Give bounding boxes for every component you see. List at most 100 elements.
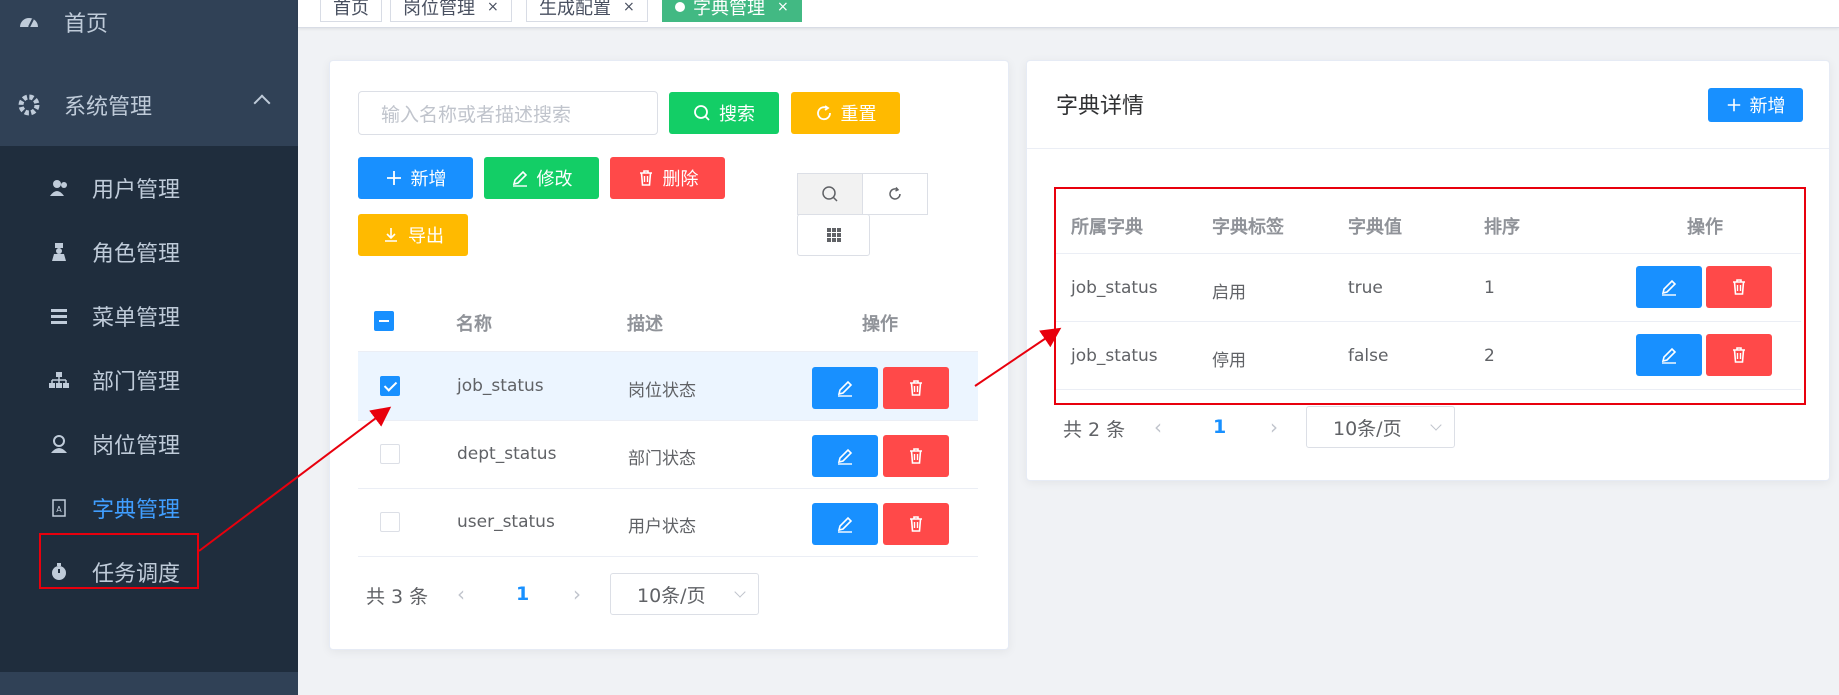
page-size-select[interactable]: 10条/页 [1306, 406, 1455, 448]
row-divider [358, 420, 978, 421]
row-name: dept_status [457, 444, 557, 464]
row-delete-button[interactable] [883, 435, 949, 477]
refresh-icon [889, 187, 901, 200]
sidebar-item-label: 部门管理 [92, 370, 181, 395]
toggle-search-button[interactable] [797, 173, 863, 215]
row-desc: 部门状态 [628, 449, 696, 469]
tag-label: 岗位管理 [403, 0, 475, 19]
row-checkbox[interactable] [380, 444, 400, 464]
page-size-value: 10条/页 [637, 584, 706, 607]
menu-system-label: 系统管理 [64, 95, 153, 120]
sidebar-item-dict[interactable]: A 字典管理 [0, 478, 298, 538]
row-name: job_status [457, 376, 544, 396]
pagination-current[interactable]: 1 [516, 583, 529, 605]
chevron-down-icon [1430, 419, 1442, 431]
add-button[interactable]: 新增 [358, 157, 473, 199]
sidebar-item-roles[interactable]: 角色管理 [0, 222, 298, 282]
pagination-total: 共 3 条 [366, 586, 429, 608]
delete-button-label: 删除 [662, 169, 699, 190]
row-divider [358, 556, 978, 557]
search-icon [822, 186, 838, 202]
refresh-button[interactable] [862, 173, 928, 215]
search-button[interactable]: 搜索 [669, 92, 779, 134]
row-edit-button[interactable] [812, 367, 878, 409]
list-icon [48, 305, 70, 327]
search-input[interactable]: 输入名称或者描述搜索 [358, 91, 658, 135]
user-icon [48, 177, 70, 199]
sidebar-item-depts[interactable]: 部门管理 [0, 350, 298, 410]
chevron-down-icon [734, 586, 746, 598]
trash-icon [910, 516, 922, 532]
refresh-icon [816, 105, 831, 121]
row-desc: 岗位状态 [628, 381, 696, 401]
tag-posts[interactable]: 岗位管理 × [390, 0, 512, 22]
role-icon [48, 241, 70, 263]
export-button[interactable]: 导出 [358, 214, 468, 256]
row-edit-button[interactable] [812, 435, 878, 477]
sidebar-item-menus[interactable]: 菜单管理 [0, 286, 298, 346]
close-icon[interactable]: × [623, 0, 635, 15]
prev-page-icon[interactable]: ‹ [1154, 415, 1162, 439]
page-size-select[interactable]: 10条/页 [610, 573, 759, 615]
pagination-current[interactable]: 1 [1213, 416, 1226, 438]
tag-gen-config[interactable]: 生成配置 × [526, 0, 648, 22]
tags-view: 首页 岗位管理 × 生成配置 × 字典管理 × [298, 0, 1839, 28]
column-header-desc: 描述 [627, 314, 663, 335]
position-icon [48, 433, 70, 455]
trash-icon [639, 170, 652, 186]
download-icon [385, 228, 397, 242]
sidebar-item-label: 角色管理 [92, 242, 181, 267]
columns-button[interactable] [797, 214, 870, 256]
annotation-box-sidebar [39, 533, 199, 589]
pencil-icon [512, 170, 527, 187]
reset-button[interactable]: 重置 [791, 92, 900, 134]
sidebar-item-label: 用户管理 [92, 178, 181, 203]
detail-title: 字典详情 [1056, 94, 1145, 119]
sidebar: 首页 系统管理 用户管理 角色管理 菜单管理 部门管理 岗位管理 A 字典管理 … [0, 0, 298, 695]
dictionary-icon: A [48, 497, 70, 519]
svg-text:A: A [56, 505, 62, 514]
row-divider [358, 488, 978, 489]
detail-add-label: 新增 [1749, 96, 1786, 117]
trash-icon [910, 380, 922, 396]
row-delete-button[interactable] [883, 503, 949, 545]
tag-dict[interactable]: 字典管理 × [662, 0, 802, 22]
org-tree-icon [48, 369, 70, 391]
row-delete-button[interactable] [883, 367, 949, 409]
sidebar-item-users[interactable]: 用户管理 [0, 158, 298, 218]
delete-button[interactable]: 删除 [610, 157, 725, 199]
dashboard-icon [18, 11, 40, 33]
row-name: user_status [457, 512, 555, 532]
tag-label: 字典管理 [693, 0, 765, 19]
page-size-value: 10条/页 [1333, 417, 1402, 440]
search-icon [694, 105, 710, 121]
pencil-icon [837, 448, 853, 465]
next-page-icon[interactable]: › [1270, 415, 1278, 439]
menu-system[interactable]: 系统管理 [0, 75, 298, 135]
tag-home[interactable]: 首页 [320, 0, 382, 22]
row-checkbox[interactable] [380, 376, 400, 396]
edit-button[interactable]: 修改 [484, 157, 599, 199]
close-icon[interactable]: × [777, 0, 789, 15]
sidebar-item-label: 菜单管理 [92, 306, 181, 331]
menu-home-label: 首页 [64, 12, 109, 37]
detail-add-button[interactable]: 新增 [1708, 88, 1803, 122]
sidebar-item-posts[interactable]: 岗位管理 [0, 414, 298, 474]
pencil-icon [837, 380, 853, 397]
row-checkbox[interactable] [380, 512, 400, 532]
grid-icon [826, 228, 841, 242]
sidebar-item-label: 岗位管理 [92, 434, 181, 459]
next-page-icon[interactable]: › [573, 582, 581, 606]
select-all-checkbox[interactable] [374, 311, 394, 331]
column-header-name: 名称 [456, 314, 492, 335]
close-icon[interactable]: × [487, 0, 499, 15]
prev-page-icon[interactable]: ‹ [457, 582, 465, 606]
export-button-label: 导出 [408, 226, 444, 247]
annotation-box-detail [1054, 187, 1806, 405]
card-header-divider [1027, 148, 1829, 149]
chevron-up-icon [253, 94, 271, 112]
menu-home[interactable]: 首页 [0, 0, 298, 52]
row-edit-button[interactable] [812, 503, 878, 545]
plus-icon [386, 171, 401, 185]
edit-button-label: 修改 [536, 169, 573, 190]
